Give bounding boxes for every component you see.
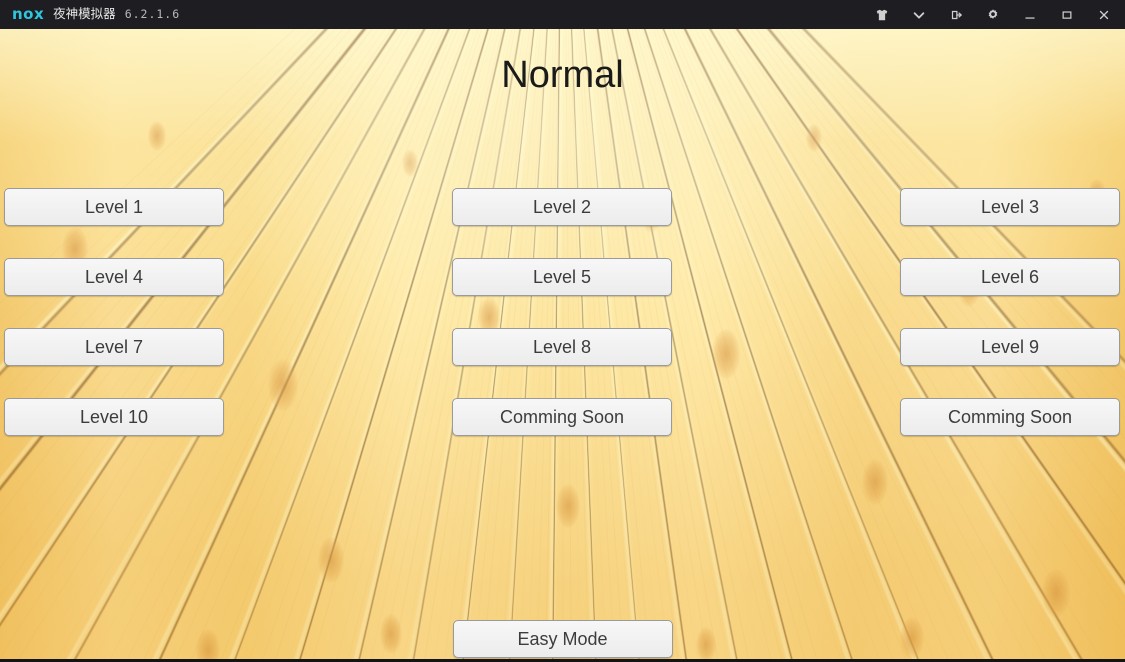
gear-icon[interactable] — [980, 0, 1006, 29]
titlebar-controls — [869, 0, 1125, 29]
coming-soon-button-center[interactable]: Comming Soon — [452, 398, 672, 436]
level-button-4[interactable]: Level 4 — [4, 258, 224, 296]
window-titlebar: nox 夜神模拟器 6.2.1.6 — [0, 0, 1125, 29]
tshirt-icon[interactable] — [869, 0, 895, 29]
level-button-1[interactable]: Level 1 — [4, 188, 224, 226]
nox-emulator-window: nox 夜神模拟器 6.2.1.6 Normal Level 1 Level 2… — [0, 0, 1125, 662]
control-gap-4 — [1006, 14, 1017, 15]
level-button-5[interactable]: Level 5 — [452, 258, 672, 296]
app-title: 夜神模拟器 — [53, 6, 116, 22]
control-gap-5 — [1043, 14, 1054, 15]
easy-mode-button[interactable]: Easy Mode — [452, 620, 673, 658]
level-grid: Level 1 Level 2 Level 3 Level 4 Level 5 … — [0, 172, 1125, 452]
coming-soon-button-right[interactable]: Comming Soon — [900, 398, 1120, 436]
level-row: Level 4 Level 5 Level 6 — [0, 242, 1125, 312]
minimize-icon[interactable] — [1017, 0, 1043, 29]
level-button-10[interactable]: Level 10 — [4, 398, 224, 436]
level-button-3[interactable]: Level 3 — [900, 188, 1120, 226]
page-title: Normal — [501, 54, 624, 96]
nox-logo: nox — [12, 5, 45, 23]
bottom-bar: Easy Mode — [0, 620, 1125, 658]
app-branding: nox 夜神模拟器 6.2.1.6 — [0, 7, 180, 22]
maximize-icon[interactable] — [1054, 0, 1080, 29]
level-row: Level 1 Level 2 Level 3 — [0, 172, 1125, 242]
app-version: 6.2.1.6 — [124, 6, 181, 21]
level-button-6[interactable]: Level 6 — [900, 258, 1120, 296]
wood-knot — [318, 537, 344, 583]
level-button-8[interactable]: Level 8 — [452, 328, 672, 366]
share-icon[interactable] — [943, 0, 969, 29]
control-gap-2 — [932, 14, 943, 15]
wood-knot — [806, 124, 822, 152]
wood-knot — [1042, 569, 1070, 617]
wood-knot — [148, 121, 166, 151]
game-viewport: Normal Level 1 Level 2 Level 3 Level 4 L… — [0, 29, 1125, 659]
level-button-9[interactable]: Level 9 — [900, 328, 1120, 366]
level-row: Level 7 Level 8 Level 9 — [0, 312, 1125, 382]
wood-knot — [862, 459, 888, 505]
close-icon[interactable] — [1091, 0, 1117, 29]
control-gap-1 — [895, 14, 906, 15]
chevron-down-icon[interactable] — [906, 0, 932, 29]
control-gap-6 — [1080, 14, 1091, 15]
control-gap-3 — [969, 14, 980, 15]
level-button-2[interactable]: Level 2 — [452, 188, 672, 226]
wood-knot — [556, 484, 580, 528]
level-button-7[interactable]: Level 7 — [4, 328, 224, 366]
level-row: Level 10 Comming Soon Comming Soon — [0, 382, 1125, 452]
